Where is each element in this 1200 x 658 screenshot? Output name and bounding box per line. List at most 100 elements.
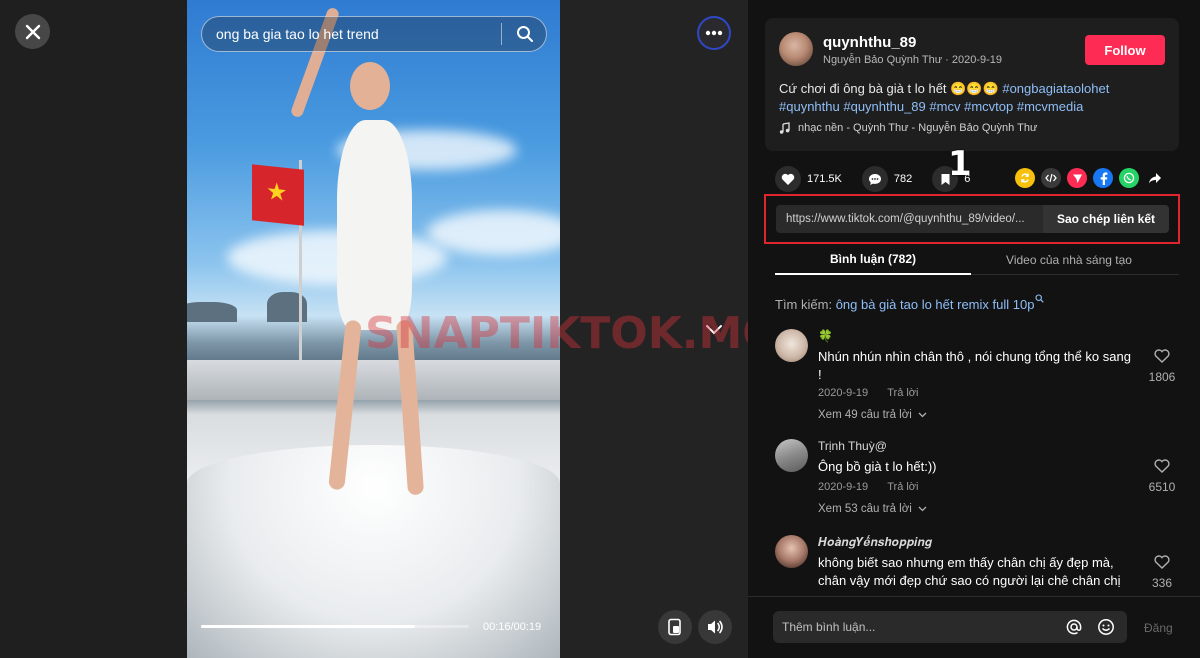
reply-button[interactable]: Trả lời [887, 481, 918, 493]
hashtag-link[interactable]: #mcvtop [964, 99, 1013, 114]
comment-author[interactable]: Trịnh Thuỳ@ [818, 439, 887, 453]
separator: · [945, 54, 949, 66]
like-button[interactable]: 171.5K [775, 166, 842, 192]
hashtag-link[interactable]: #mcvmedia [1017, 99, 1083, 114]
video-backdrop-left [0, 0, 187, 658]
tab-creator-videos[interactable]: Video của nhà sáng tạo [971, 244, 1167, 275]
search-icon [1035, 294, 1045, 303]
facebook-icon[interactable] [1093, 168, 1113, 188]
tab-comments[interactable]: Bình luận (782) [775, 244, 971, 275]
annotation-number: 1 [948, 144, 972, 184]
comment-input[interactable] [773, 620, 1063, 634]
post-info-card: quynhthu_89 Nguyễn Bảo Quỳnh Thư · 2020-… [765, 18, 1179, 151]
avatar[interactable] [775, 535, 808, 568]
comment-author[interactable]: 🍀 [818, 329, 833, 343]
related-search: Tìm kiếm: ông bà già tao lo hết remix fu… [775, 294, 1045, 312]
comment-like-count: 336 [1151, 576, 1173, 590]
progress-bar[interactable] [201, 625, 469, 628]
nickname-date: Nguyễn Bảo Quỳnh Thư · 2020-9-19 [823, 54, 1002, 66]
video-link[interactable]: https://www.tiktok.com/@quynhthu_89/vide… [776, 213, 1043, 225]
comment-like-button[interactable]: 1806 [1142, 349, 1182, 384]
nickname: Nguyễn Bảo Quỳnh Thư [823, 54, 943, 66]
search-divider [501, 23, 502, 45]
comment-meta: 2020-9-19 Trả lời [818, 481, 918, 493]
reply-button[interactable]: Trả lời [887, 387, 918, 399]
share-arrow-icon[interactable] [1145, 168, 1165, 188]
comment-meta: 2020-9-19 Trả lời [818, 387, 918, 399]
comment-count: 782 [893, 173, 913, 185]
picture-in-picture-icon [668, 618, 681, 636]
music-title: nhạc nền - Quỳnh Thư - Nguyễn Bảo Quỳnh … [798, 122, 1038, 134]
video-pane: ★ SNAPTIKTOK.MOBI 00:16/00:19 [0, 0, 748, 658]
music-note-icon [779, 122, 790, 134]
flag-image: ★ [252, 164, 304, 226]
post-comment-button[interactable]: Đăng [1144, 621, 1173, 635]
hashtag-link[interactable]: #quynhthu [779, 99, 840, 114]
send-icon[interactable] [1067, 168, 1087, 188]
time-readout: 00:16/00:19 [483, 621, 542, 633]
share-row [1015, 168, 1165, 188]
username[interactable]: quynhthu_89 [823, 34, 916, 51]
details-panel: quynhthu_89 Nguyễn Bảo Quỳnh Thư · 2020-… [748, 0, 1200, 658]
search-button[interactable] [512, 21, 538, 47]
chevron-down-icon [918, 506, 927, 512]
hashtag-link[interactable]: #quynhthu_89 [843, 99, 925, 114]
comment-author[interactable]: 𝑯𝒐𝒂̀𝒏𝒈𝒀𝒆̂́𝒏𝒔𝒉𝒐𝒑𝒑𝒊𝒏𝒈 [818, 535, 932, 550]
dancer-figure [337, 120, 412, 330]
mention-button[interactable] [1063, 616, 1085, 638]
avatar[interactable] [779, 32, 813, 66]
view-replies-button[interactable]: Xem 53 câu trả lời [818, 503, 927, 515]
whatsapp-icon[interactable] [1119, 168, 1139, 188]
comment-text: Nhún nhún nhìn chân thô , nói chung tổng… [818, 349, 1131, 382]
related-search-prefix: Tìm kiếm: [775, 297, 833, 312]
comment-like-count: 1806 [1148, 370, 1176, 384]
embed-icon[interactable] [1041, 168, 1061, 188]
copy-link-box: https://www.tiktok.com/@quynhthu_89/vide… [776, 205, 1169, 233]
comment-composer: Đăng [748, 596, 1200, 658]
avatar[interactable] [775, 439, 808, 472]
comment-button[interactable]: 782 [861, 166, 913, 192]
view-replies-button[interactable]: Xem 49 câu trả lời [818, 409, 927, 421]
caption-text: Cứ chơi đi ông bà già t lo hết 😁😁😁 [779, 81, 999, 96]
comment-item: 𝑯𝒐𝒂̀𝒏𝒈𝒀𝒆̂́𝒏𝒔𝒉𝒐𝒑𝒑𝒊𝒏𝒈 không biết sao nhưng… [775, 535, 1185, 590]
comment-date: 2020-9-19 [818, 481, 869, 493]
caption: Cứ chơi đi ông bà già t lo hết 😁😁😁 #ongb… [779, 80, 1169, 116]
tab-bar: Bình luận (782) Video của nhà sáng tạo [775, 244, 1179, 275]
comment-like-button[interactable]: 336 [1142, 555, 1182, 590]
heart-outline-icon [1154, 459, 1170, 473]
search-input[interactable] [202, 26, 501, 42]
comment-text: không biết sao nhưng em thấy chân chị ấy… [818, 555, 1121, 588]
chevron-down-icon [918, 412, 927, 418]
comment-item: Trịnh Thuỳ@ Ông bồ già t lo hết:)) 2020-… [775, 439, 1185, 529]
comment-like-button[interactable]: 6510 [1142, 459, 1182, 494]
comment-date: 2020-9-19 [818, 387, 869, 399]
volume-icon [708, 620, 723, 634]
comment-list: 🍀 Nhún nhún nhìn chân thô , nói chung tổ… [775, 325, 1185, 590]
post-date: 2020-9-19 [951, 54, 1003, 66]
watermark-text: SNAPTIKTOK.MOBI [365, 308, 748, 359]
copy-link-button[interactable]: Sao chép liên kết [1043, 205, 1169, 233]
comment-icon [868, 173, 881, 185]
avatar[interactable] [775, 329, 808, 362]
related-search-link[interactable]: ông bà già tao lo hết remix full 10p [836, 294, 1045, 312]
music-link[interactable]: nhạc nền - Quỳnh Thư - Nguyễn Bảo Quỳnh … [779, 122, 1037, 134]
heart-icon [781, 173, 795, 185]
heart-outline-icon [1154, 349, 1170, 363]
comment-item: 🍀 Nhún nhún nhìn chân thô , nói chung tổ… [775, 329, 1185, 429]
smiley-icon [1098, 619, 1114, 635]
like-count: 171.5K [807, 173, 842, 185]
hashtag-link[interactable]: #ongbagiataolohet [1002, 81, 1109, 96]
heart-outline-icon [1154, 555, 1170, 569]
progress-fill [201, 625, 416, 628]
search-icon [517, 26, 533, 42]
emoji-button[interactable] [1095, 616, 1117, 638]
hashtag-link[interactable]: #mcv [929, 99, 960, 114]
more-options-button[interactable] [697, 16, 731, 50]
repost-icon[interactable] [1015, 168, 1035, 188]
comment-input-wrap [773, 611, 1127, 643]
close-button[interactable] [15, 14, 50, 49]
mini-player-button[interactable] [658, 610, 692, 644]
follow-button[interactable]: Follow [1085, 35, 1165, 65]
search-bar [201, 16, 547, 52]
volume-button[interactable] [698, 610, 732, 644]
